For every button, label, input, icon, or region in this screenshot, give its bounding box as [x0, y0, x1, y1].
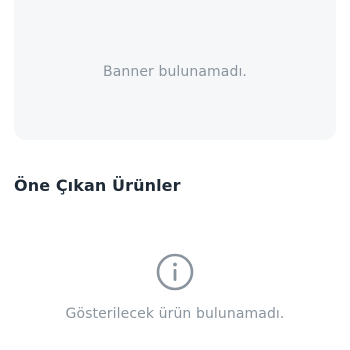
banner-placeholder: Banner bulunamadı.: [14, 0, 336, 140]
info-icon: [156, 253, 194, 291]
banner-empty-message: Banner bulunamadı.: [103, 64, 247, 80]
featured-products-empty-state: Gösterilecek ürün bulunamadı.: [0, 252, 350, 322]
featured-products-title: Öne Çıkan Ürünler: [14, 176, 181, 195]
home-page: Banner bulunamadı. Öne Çıkan Ürünler Gös…: [0, 0, 350, 350]
featured-products-empty-message: Gösterilecek ürün bulunamadı.: [65, 306, 285, 322]
